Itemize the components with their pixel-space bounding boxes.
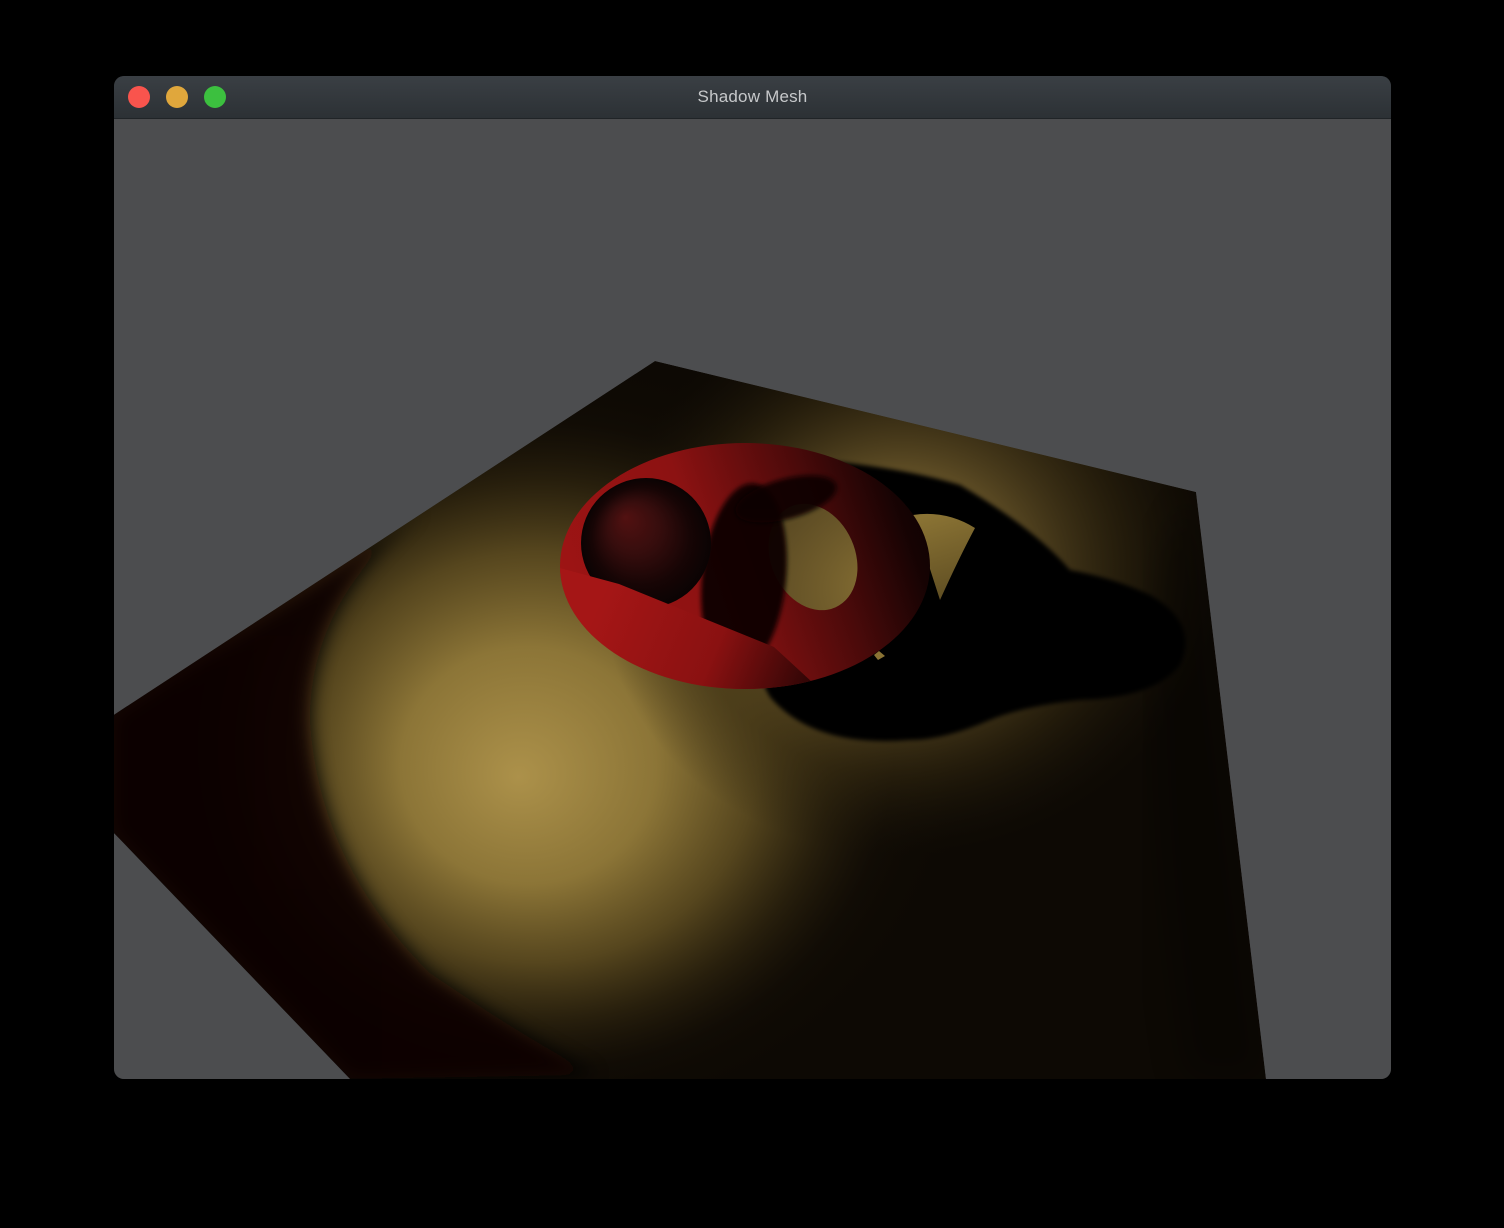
- zoom-icon[interactable]: [204, 86, 226, 108]
- shadow-scene: [114, 119, 1391, 1079]
- window-titlebar[interactable]: Shadow Mesh: [114, 76, 1391, 119]
- window-title: Shadow Mesh: [698, 87, 808, 107]
- gl-viewport[interactable]: [114, 119, 1391, 1079]
- desktop-background: { "window": { "title": "Shadow Mesh", "t…: [0, 0, 1504, 1228]
- close-button[interactable]: [128, 86, 150, 108]
- minimize-icon[interactable]: [166, 86, 188, 108]
- traffic-lights: [128, 76, 226, 118]
- zoom-button[interactable]: [204, 86, 226, 108]
- app-window: Shadow Mesh: [114, 76, 1391, 1079]
- close-icon[interactable]: [128, 86, 150, 108]
- minimize-button[interactable]: [166, 86, 188, 108]
